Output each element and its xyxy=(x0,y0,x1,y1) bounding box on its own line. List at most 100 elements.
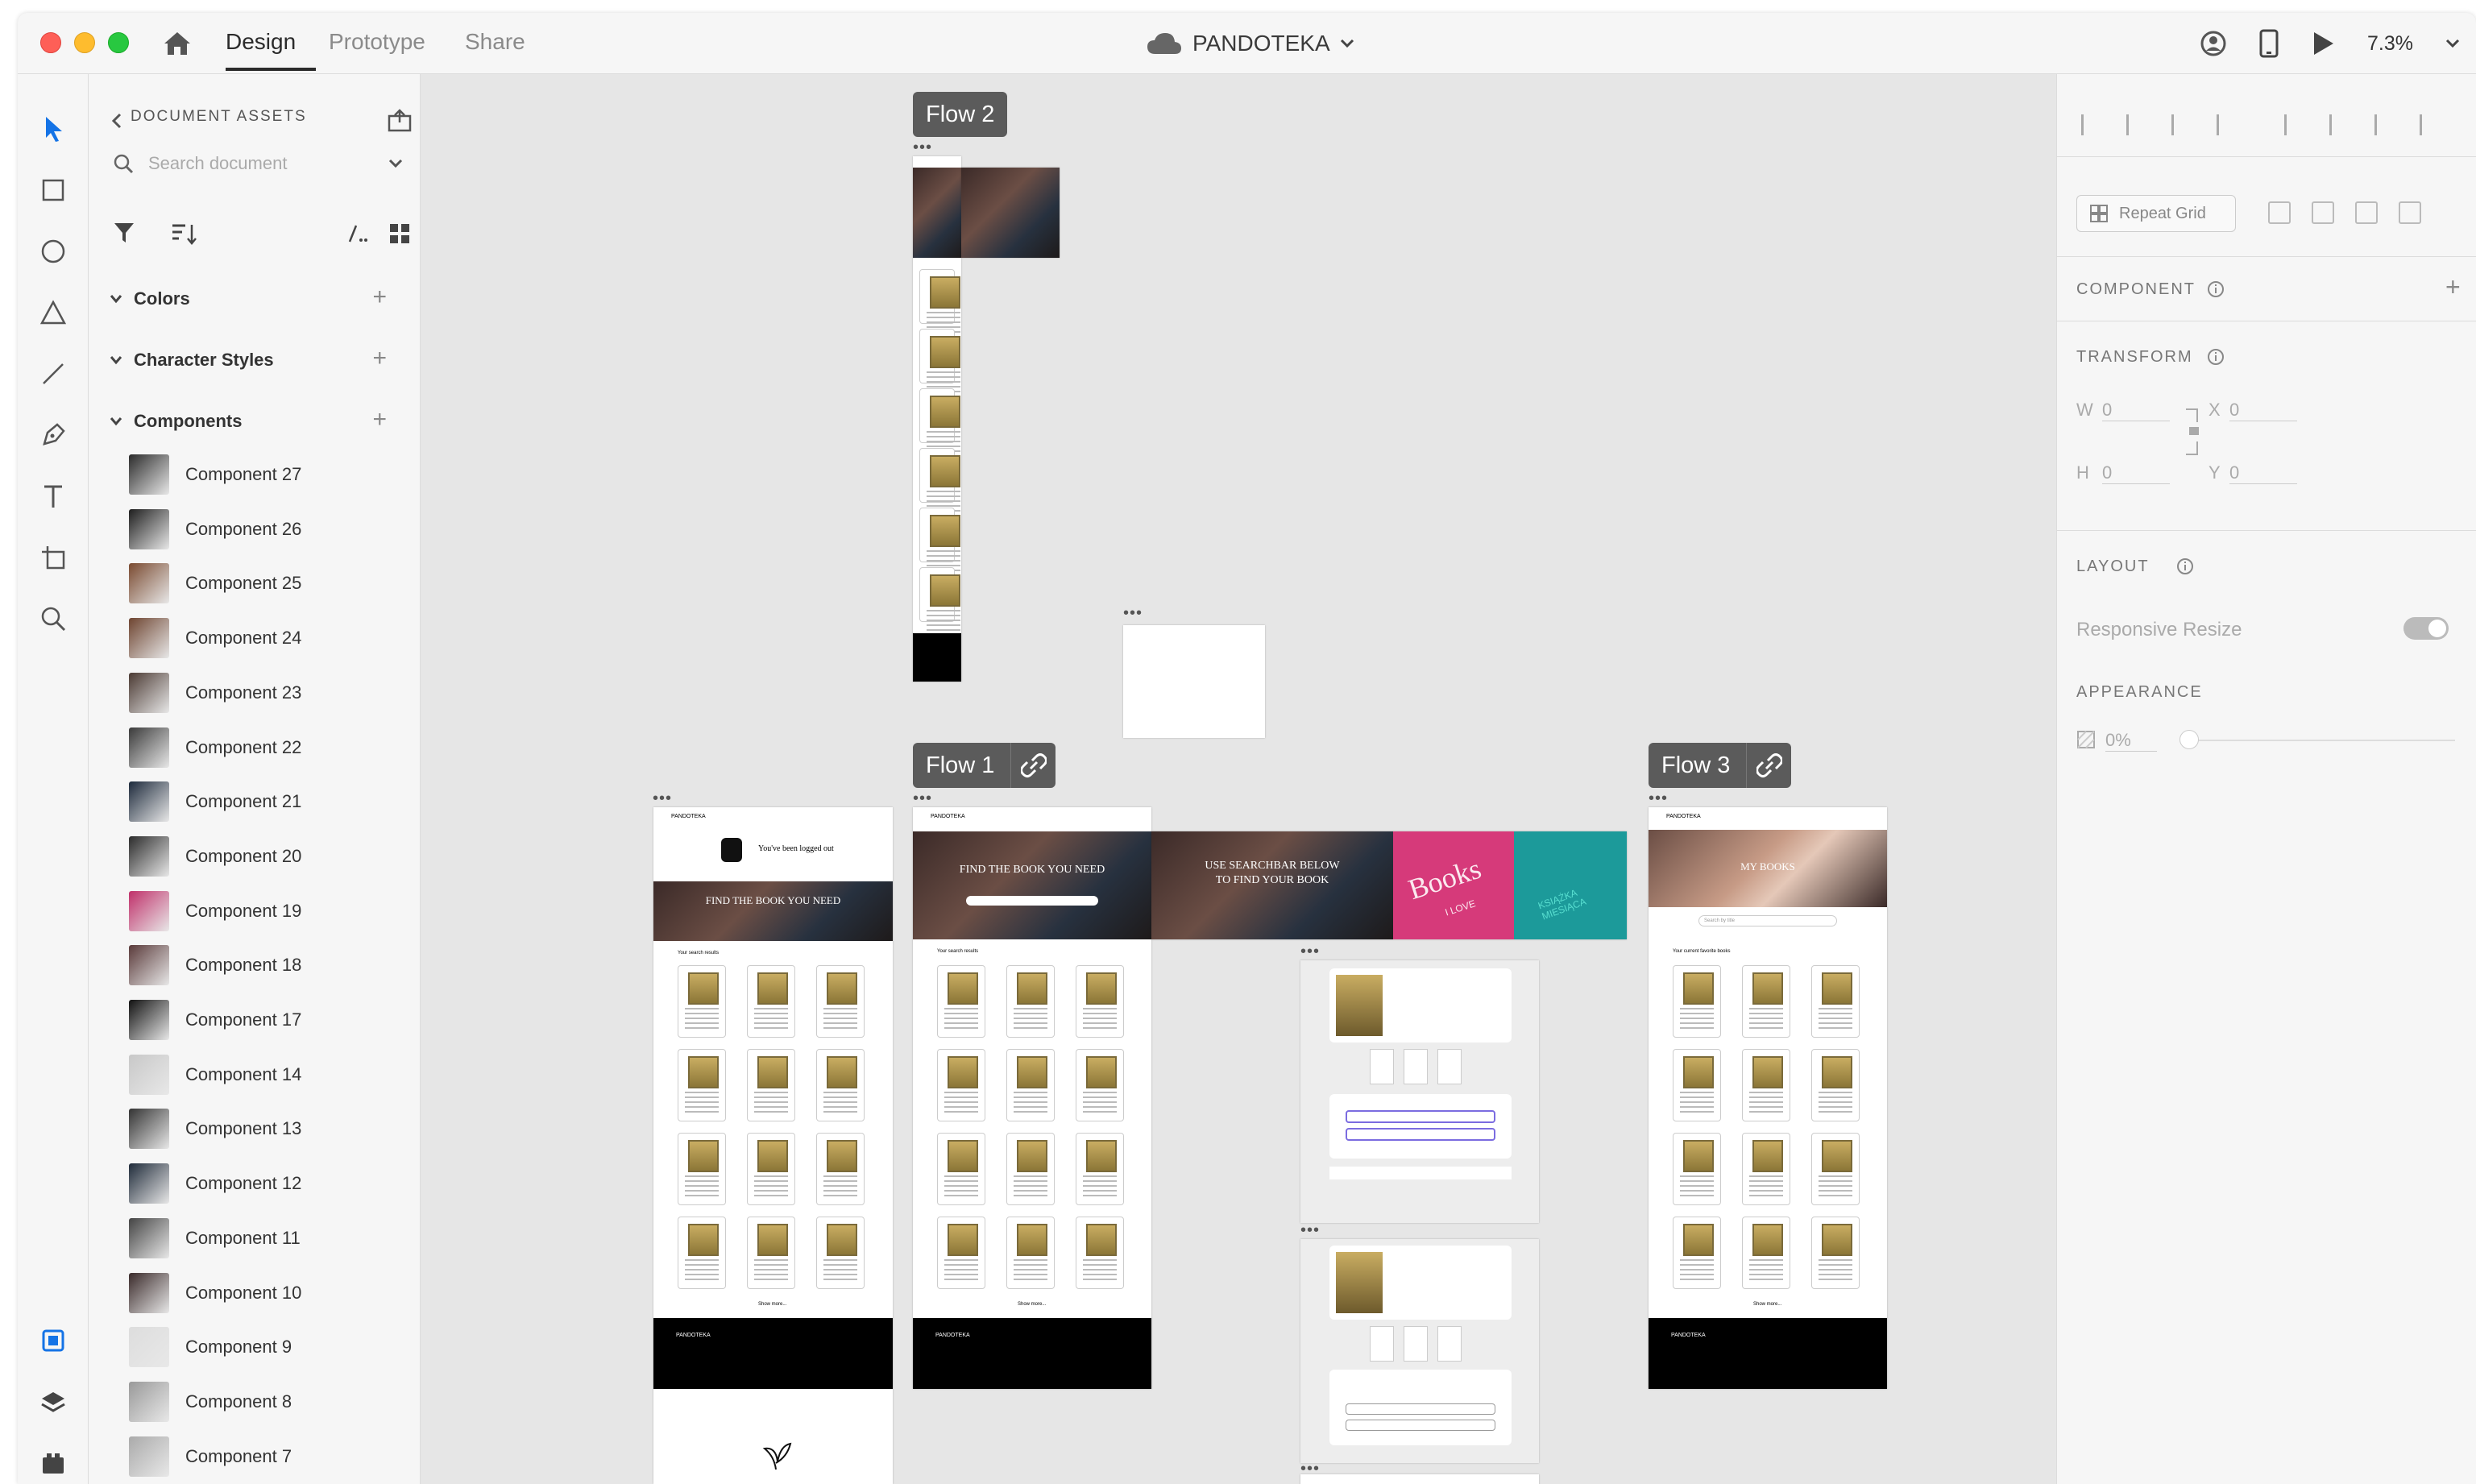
artboard-blank[interactable] xyxy=(1123,625,1265,738)
device-preview-icon[interactable] xyxy=(2259,29,2279,58)
zoom-tool-icon[interactable] xyxy=(37,603,69,635)
section-components[interactable]: Components + xyxy=(110,406,421,433)
component-item[interactable]: Component 12 xyxy=(129,1162,301,1205)
align-icon[interactable] xyxy=(2329,114,2350,135)
component-item[interactable]: Component 19 xyxy=(129,889,301,933)
line-tool-icon[interactable] xyxy=(37,358,69,390)
add-component-icon[interactable]: + xyxy=(372,406,387,433)
artboard-partial[interactable] xyxy=(1300,1474,1539,1484)
flow-link-icon[interactable] xyxy=(1010,743,1056,788)
zoom-window-button[interactable] xyxy=(108,32,129,53)
select-tool-icon[interactable] xyxy=(37,113,69,145)
back-chevron-icon[interactable] xyxy=(111,113,122,129)
minimize-window-button[interactable] xyxy=(74,32,95,53)
align-icon[interactable] xyxy=(2284,114,2305,135)
responsive-resize-toggle[interactable] xyxy=(2403,617,2449,640)
section-character-styles[interactable]: Character Styles + xyxy=(110,345,421,371)
search-chevron-down-icon[interactable] xyxy=(388,158,403,169)
ellipse-tool-icon[interactable] xyxy=(37,235,69,267)
x-input[interactable]: 0 xyxy=(2229,400,2297,421)
rectangle-tool-icon[interactable] xyxy=(37,174,69,206)
grid-view-icon[interactable] xyxy=(388,222,411,245)
plugins-panel-icon[interactable] xyxy=(37,1447,69,1479)
filter-icon[interactable] xyxy=(113,221,135,245)
align-icon[interactable] xyxy=(2126,114,2147,135)
artboard-tool-icon[interactable] xyxy=(37,541,69,574)
tab-share[interactable]: Share xyxy=(465,29,525,55)
zoom-level[interactable]: 7.3% xyxy=(2367,32,2413,56)
component-item[interactable]: Component 24 xyxy=(129,616,301,660)
flow-2-label[interactable]: Flow 2 xyxy=(913,92,1008,137)
tab-design[interactable]: Design xyxy=(226,29,296,55)
artboard-handle[interactable]: ••• xyxy=(1300,943,1320,961)
artboard-handle[interactable]: ••• xyxy=(1649,790,1668,808)
list-view-icon[interactable] xyxy=(346,224,371,243)
opacity-slider-track[interactable] xyxy=(2186,740,2455,741)
boolean-op-icon[interactable] xyxy=(2268,201,2291,224)
component-item[interactable]: Component 22 xyxy=(129,726,301,769)
component-item[interactable]: Component 13 xyxy=(129,1107,301,1150)
align-icon[interactable] xyxy=(2081,114,2102,135)
height-input[interactable]: 0 xyxy=(2102,462,2170,484)
add-color-icon[interactable]: + xyxy=(372,284,387,311)
info-icon[interactable] xyxy=(2207,280,2225,298)
repeat-grid-button[interactable]: Repeat Grid xyxy=(2076,195,2236,232)
component-item[interactable]: Component 17 xyxy=(129,998,301,1042)
component-item[interactable]: Component 21 xyxy=(129,780,301,823)
opacity-slider-thumb[interactable] xyxy=(2179,730,2199,749)
search-document[interactable]: Search document xyxy=(113,147,403,180)
align-icon[interactable] xyxy=(2171,114,2192,135)
close-window-button[interactable] xyxy=(40,32,61,53)
search-input[interactable]: Search document xyxy=(148,153,374,174)
artboard-handle[interactable]: ••• xyxy=(1123,604,1143,623)
info-icon[interactable] xyxy=(2207,348,2225,366)
boolean-op-icon[interactable] xyxy=(2312,201,2334,224)
artboard-my-books[interactable]: PANDOTEKA MY BOOKS Search by title Your … xyxy=(1649,807,1887,1389)
component-item[interactable]: Component 27 xyxy=(129,453,301,496)
artboard-handle[interactable]: ••• xyxy=(913,139,932,157)
artboard-mobile[interactable] xyxy=(913,156,961,682)
add-character-style-icon[interactable]: + xyxy=(372,345,387,372)
component-item[interactable]: Component 18 xyxy=(129,943,301,987)
opacity-input[interactable]: 0% xyxy=(2105,730,2157,752)
component-item[interactable]: Component 8 xyxy=(129,1380,292,1424)
component-item[interactable]: Component 9 xyxy=(129,1325,292,1369)
width-input[interactable]: 0 xyxy=(2102,400,2170,421)
polygon-tool-icon[interactable] xyxy=(37,296,69,329)
align-icon[interactable] xyxy=(2374,114,2395,135)
component-item[interactable]: Component 7 xyxy=(129,1435,292,1478)
pen-tool-icon[interactable] xyxy=(37,419,69,451)
play-icon[interactable] xyxy=(2311,31,2335,56)
lock-aspect-icon[interactable] xyxy=(2183,408,2202,456)
artboard-handle[interactable]: ••• xyxy=(653,790,672,808)
export-icon[interactable] xyxy=(387,108,413,132)
add-component-state-icon[interactable]: + xyxy=(2445,272,2461,302)
boolean-op-icon[interactable] xyxy=(2355,201,2378,224)
component-item[interactable]: Component 20 xyxy=(129,835,301,878)
home-icon[interactable] xyxy=(161,27,193,60)
artboard-book-detail-1[interactable] xyxy=(1300,960,1539,1223)
zoom-chevron-down-icon[interactable] xyxy=(2445,38,2460,49)
component-item[interactable]: Component 10 xyxy=(129,1271,301,1315)
artboard-mobile-hero-wide[interactable] xyxy=(961,168,1060,258)
share-user-icon[interactable] xyxy=(2200,30,2227,57)
layers-panel-icon[interactable] xyxy=(37,1386,69,1418)
component-item[interactable]: Component 14 xyxy=(129,1053,301,1096)
flow-3-label[interactable]: Flow 3 xyxy=(1649,743,1792,788)
section-colors[interactable]: Colors + xyxy=(110,284,421,310)
tab-prototype[interactable]: Prototype xyxy=(329,29,425,55)
flow-1-label[interactable]: Flow 1 xyxy=(913,743,1056,788)
y-input[interactable]: 0 xyxy=(2229,462,2297,484)
design-canvas[interactable]: Flow 2 ••• ••• Flow 1 ••• PANDOTEKA You'… xyxy=(421,74,2056,1484)
artboard-handle[interactable]: ••• xyxy=(1300,1221,1320,1240)
boolean-op-icon[interactable] xyxy=(2399,201,2421,224)
component-item[interactable]: Component 23 xyxy=(129,671,301,715)
artboard-logged-out[interactable]: PANDOTEKA You've been logged out FIND TH… xyxy=(653,807,893,1484)
artboard-book-detail-2[interactable] xyxy=(1300,1239,1539,1463)
align-icon[interactable] xyxy=(2217,114,2238,135)
text-tool-icon[interactable] xyxy=(37,480,69,512)
artboard-home[interactable]: PANDOTEKA FIND THE BOOK YOU NEED Your se… xyxy=(913,807,1151,1389)
artboard-handle[interactable]: ••• xyxy=(913,790,932,808)
info-icon[interactable] xyxy=(2176,558,2194,575)
flow-link-icon[interactable] xyxy=(1746,743,1791,788)
